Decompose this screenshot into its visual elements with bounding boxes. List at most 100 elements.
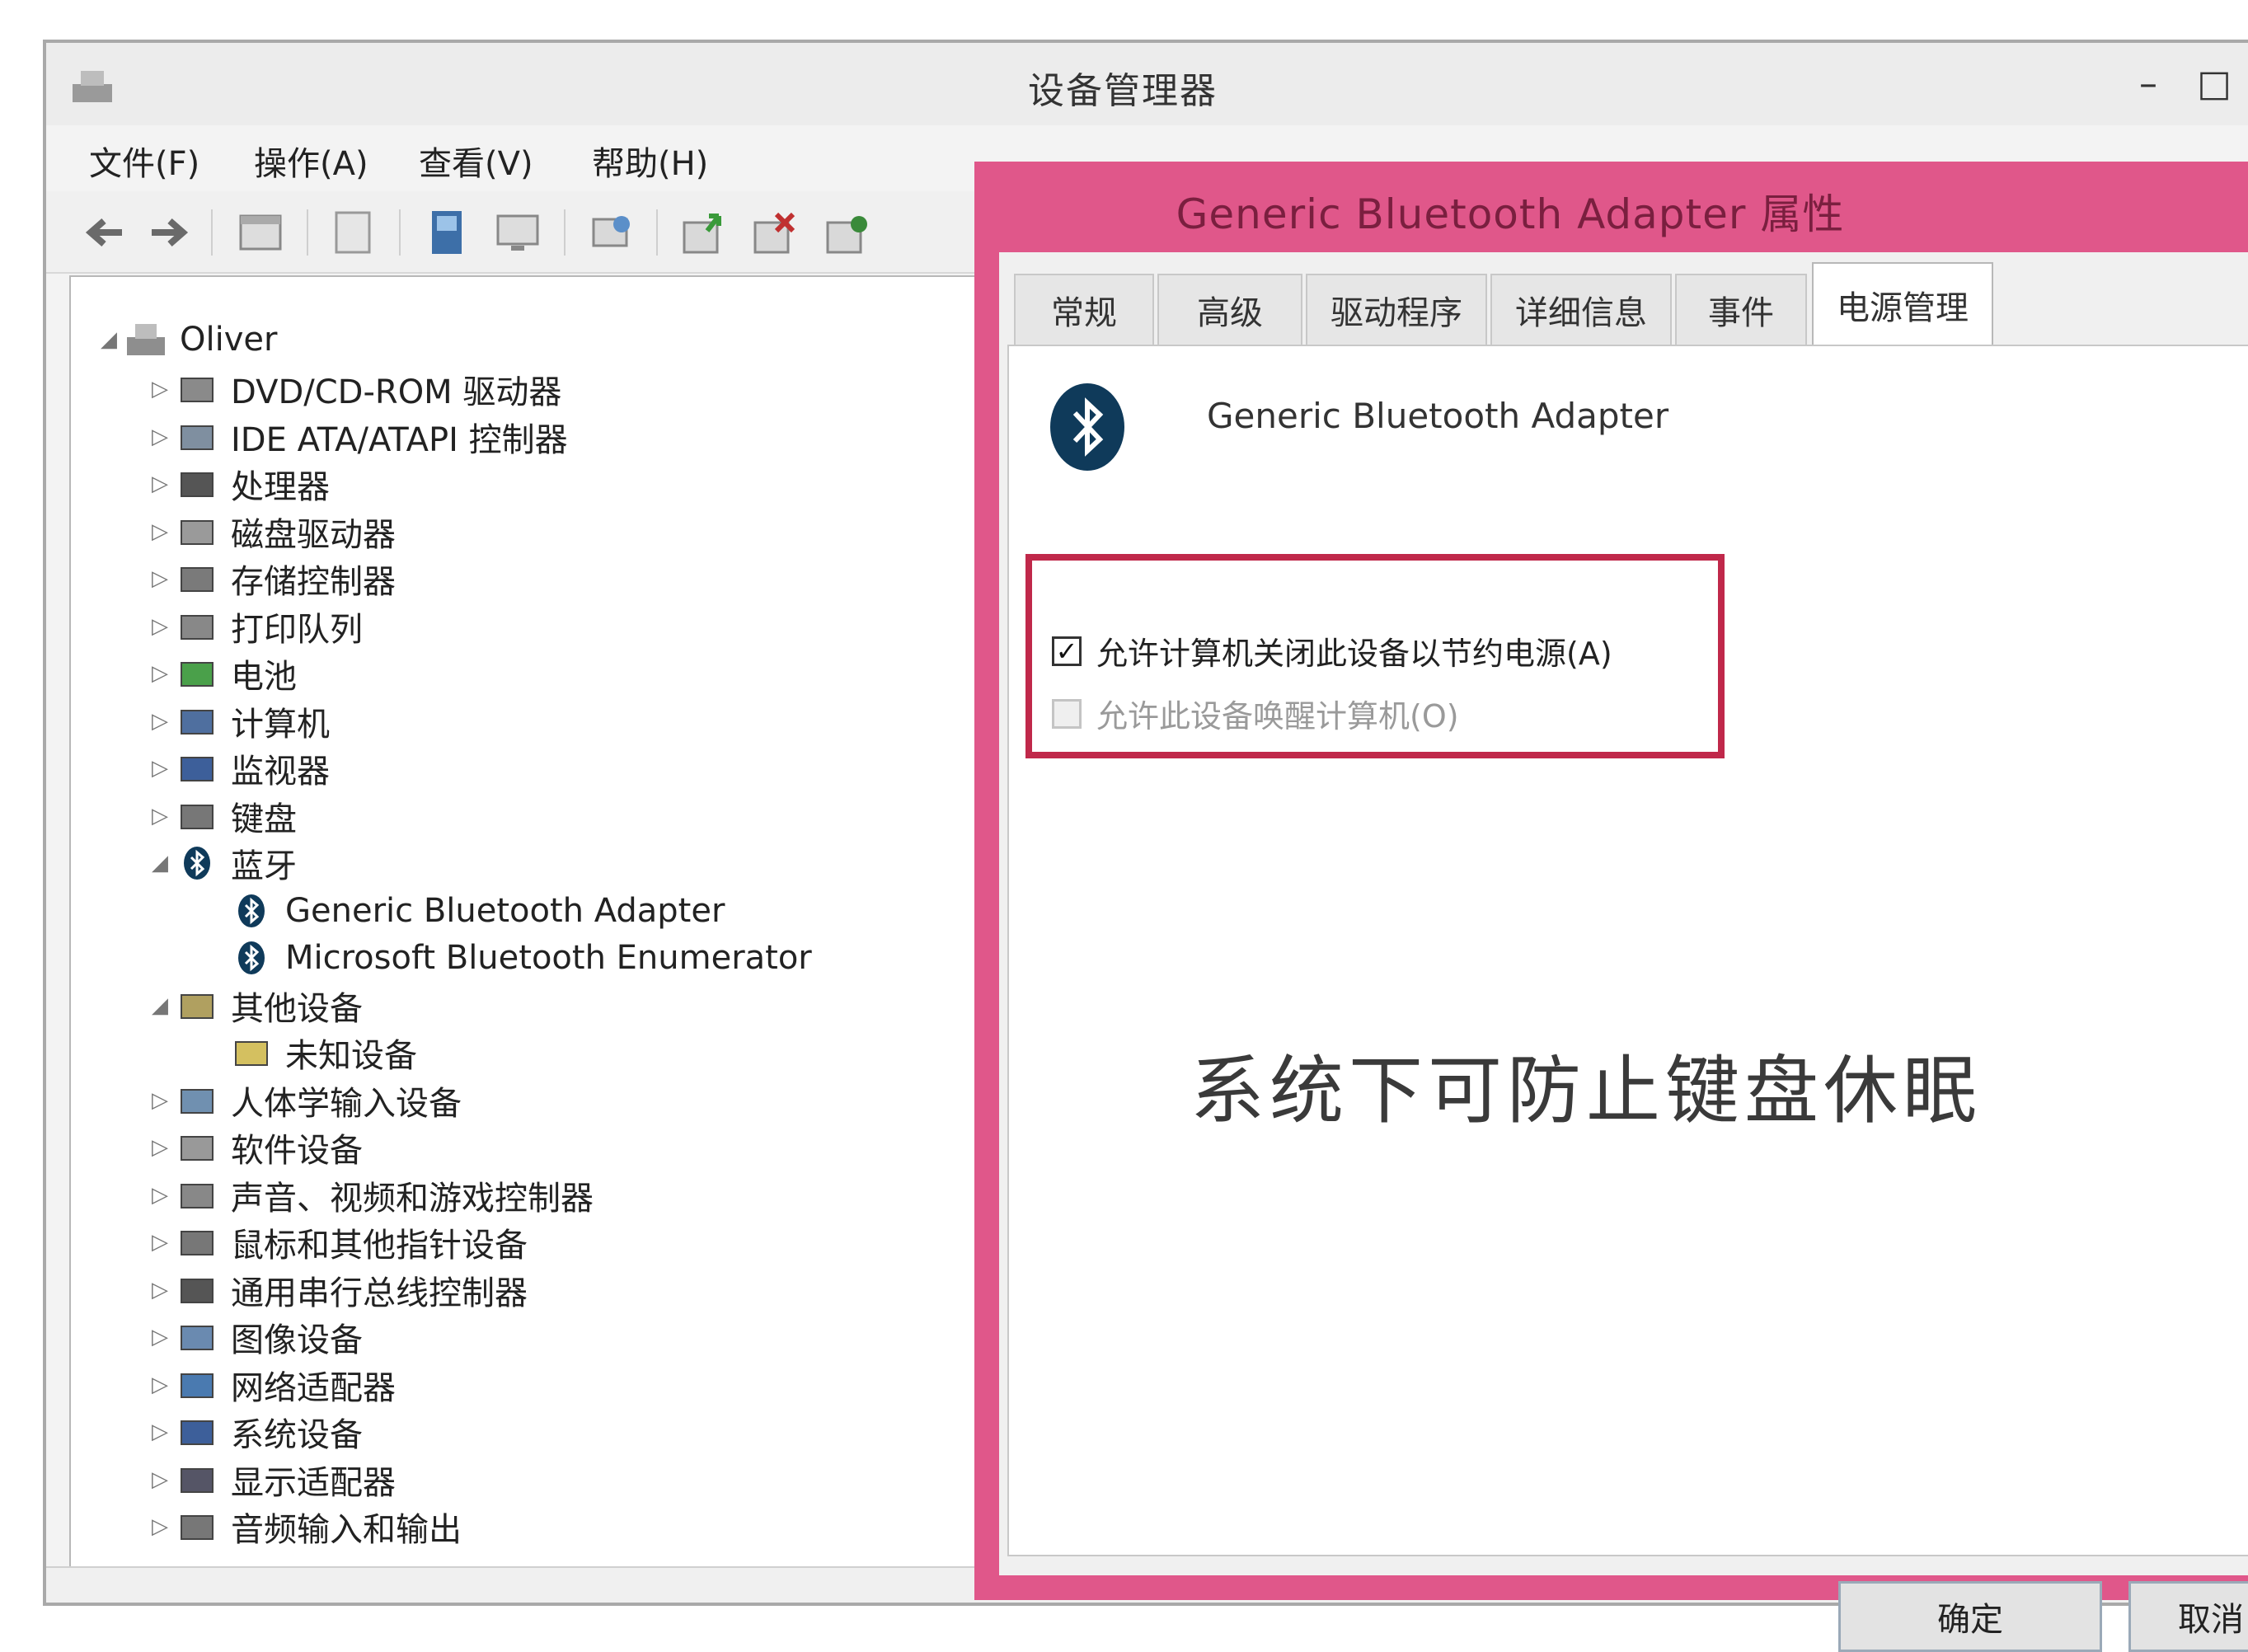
- tree-device[interactable]: Generic Bluetooth Adapter: [199, 888, 725, 934]
- bluetooth-icon: [238, 894, 265, 927]
- tree-root[interactable]: ◢ Oliver: [94, 317, 277, 363]
- back-icon[interactable]: [79, 206, 132, 259]
- tree-category-label: 系统设备: [231, 1416, 363, 1454]
- scan-icon[interactable]: [585, 206, 638, 259]
- expand-arrow-icon[interactable]: ▷: [145, 1278, 175, 1302]
- computer-icon: [127, 324, 165, 355]
- bluetooth-icon: [238, 941, 265, 974]
- tree-category[interactable]: ▷ 软件设备: [145, 1124, 363, 1171]
- tree-category[interactable]: ▷ 通用串行总线控制器: [145, 1267, 528, 1313]
- tree-category[interactable]: ▷ 显示适配器: [145, 1457, 396, 1503]
- tree-category[interactable]: ▷ 图像设备: [145, 1314, 363, 1360]
- tree-category[interactable]: ▷ 监视器: [145, 745, 330, 791]
- tree-category-label: 网络适配器: [231, 1368, 396, 1407]
- expand-arrow-icon[interactable]: ▷: [145, 661, 175, 686]
- tree-category-label: 键盘: [231, 800, 297, 838]
- tree-category[interactable]: ▷ 音频输入和输出: [145, 1504, 462, 1550]
- tree-category[interactable]: ▷ 存储控制器: [145, 556, 396, 602]
- tree-root-label: Oliver: [180, 321, 278, 359]
- ok-button[interactable]: 确定: [1838, 1581, 2102, 1652]
- tree-category[interactable]: ◢ 蓝牙: [145, 840, 297, 886]
- tree-category-label: 蓝牙: [231, 847, 297, 885]
- tree-category[interactable]: ▷ 打印队列: [145, 603, 363, 650]
- menu-view[interactable]: 查看(V): [419, 137, 533, 185]
- tree-category[interactable]: ▷ IDE ATA/ATAPI 控制器: [145, 414, 568, 460]
- allow-power-off-option[interactable]: ✓ 允许计算机关闭此设备以节约电源(A): [1052, 628, 1612, 673]
- menu-action[interactable]: 操作(A): [254, 137, 368, 185]
- tree-category[interactable]: ▷ DVD/CD-ROM 驱动器: [145, 366, 561, 412]
- power-management-panel: Generic Bluetooth Adapter ✓ 允许计算机关闭此设备以节…: [1007, 345, 2248, 1556]
- expand-arrow-icon[interactable]: ▷: [145, 425, 175, 449]
- window-title: 设备管理器: [1028, 70, 1218, 112]
- tree-category[interactable]: ▷ 磁盘驱动器: [145, 509, 396, 555]
- tab-driver[interactable]: 驱动程序: [1306, 274, 1487, 345]
- title-bar[interactable]: 设备管理器 – □: [46, 43, 2248, 125]
- menu-file[interactable]: 文件(F): [89, 137, 199, 185]
- expand-arrow-icon[interactable]: ▷: [145, 1135, 175, 1160]
- tab-events[interactable]: 事件: [1675, 274, 1807, 345]
- collapse-arrow-icon[interactable]: ◢: [145, 851, 175, 875]
- uninstall-icon[interactable]: [821, 206, 874, 259]
- toolbar-separator: [656, 209, 658, 256]
- expand-arrow-icon[interactable]: ▷: [145, 804, 175, 828]
- tree-category[interactable]: ◢ 其他设备: [145, 983, 363, 1029]
- device-icon: [181, 1420, 214, 1445]
- expand-arrow-icon[interactable]: ▷: [145, 756, 175, 781]
- dialog-title[interactable]: Generic Bluetooth Adapter 属性: [974, 181, 2248, 241]
- forward-icon[interactable]: [142, 206, 195, 259]
- expand-arrow-icon[interactable]: ▷: [145, 709, 175, 734]
- tab-general[interactable]: 常规: [1014, 274, 1154, 345]
- allow-wake-label: 允许此设备唤醒计算机(O): [1096, 698, 1459, 734]
- tree-category[interactable]: ▷ 电池: [145, 650, 297, 697]
- properties-icon[interactable]: [234, 206, 287, 259]
- collapse-arrow-icon[interactable]: ◢: [94, 327, 124, 352]
- expand-arrow-icon[interactable]: ▷: [145, 472, 175, 496]
- expand-arrow-icon[interactable]: ▷: [145, 614, 175, 639]
- tree-device[interactable]: 未知设备: [199, 1030, 417, 1076]
- view-icon[interactable]: [326, 206, 379, 259]
- device-icon: [181, 709, 214, 734]
- tree-category[interactable]: ▷ 系统设备: [145, 1409, 363, 1455]
- tree-category[interactable]: ▷ 处理器: [145, 461, 330, 507]
- device-icon: [181, 425, 214, 450]
- tab-details[interactable]: 详细信息: [1490, 274, 1672, 345]
- expand-arrow-icon[interactable]: ▷: [145, 1183, 175, 1208]
- tree-category[interactable]: ▷ 计算机: [145, 698, 330, 744]
- expand-arrow-icon[interactable]: ▷: [145, 1230, 175, 1255]
- expand-arrow-icon[interactable]: ▷: [145, 1420, 175, 1444]
- help-icon[interactable]: [420, 206, 473, 259]
- tree-category-label: 软件设备: [231, 1132, 363, 1170]
- tree-device[interactable]: Microsoft Bluetooth Enumerator: [199, 935, 812, 981]
- expand-arrow-icon[interactable]: ▷: [145, 1325, 175, 1349]
- menu-help[interactable]: 帮助(H): [592, 137, 708, 185]
- expand-arrow-icon[interactable]: ▷: [145, 1514, 175, 1539]
- minimize-button[interactable]: –: [2124, 59, 2173, 109]
- tree-category-label: 打印队列: [231, 610, 363, 649]
- expand-arrow-icon[interactable]: ▷: [145, 1088, 175, 1113]
- disable-icon[interactable]: [749, 206, 801, 259]
- tree-category[interactable]: ▷ 鼠标和其他指针设备: [145, 1219, 528, 1265]
- tree-category-label: DVD/CD-ROM 驱动器: [231, 373, 562, 411]
- expand-arrow-icon[interactable]: ▷: [145, 519, 175, 544]
- collapse-arrow-icon[interactable]: ◢: [145, 993, 175, 1018]
- tree-category[interactable]: ▷ 声音、视频和游戏控制器: [145, 1172, 594, 1218]
- expand-arrow-icon[interactable]: ▷: [145, 1373, 175, 1397]
- monitor-icon[interactable]: [491, 206, 544, 259]
- expand-arrow-icon[interactable]: ▷: [145, 1467, 175, 1492]
- tab-power-management[interactable]: 电源管理: [1812, 262, 1993, 346]
- tree-category[interactable]: ▷ 人体学输入设备: [145, 1077, 462, 1124]
- caption-text: 系统下可防止键盘休眠: [1190, 1048, 1982, 1134]
- tree-category[interactable]: ▷ 键盘: [145, 793, 297, 839]
- device-icon: [181, 1136, 214, 1161]
- update-driver-icon[interactable]: [678, 206, 730, 259]
- tree-category[interactable]: ▷ 网络适配器: [145, 1362, 396, 1408]
- tree-category-label: 鼠标和其他指针设备: [231, 1227, 528, 1265]
- expand-arrow-icon[interactable]: ▷: [145, 377, 175, 401]
- maximize-button[interactable]: □: [2189, 59, 2239, 109]
- tab-advanced[interactable]: 高级: [1157, 274, 1302, 345]
- tree-category-label: 磁盘驱动器: [231, 515, 396, 554]
- expand-arrow-icon[interactable]: ▷: [145, 566, 175, 591]
- cancel-button[interactable]: 取消: [2128, 1581, 2248, 1652]
- tree-category-label: 监视器: [231, 753, 330, 791]
- allow-power-off-checkbox[interactable]: ✓: [1052, 636, 1082, 666]
